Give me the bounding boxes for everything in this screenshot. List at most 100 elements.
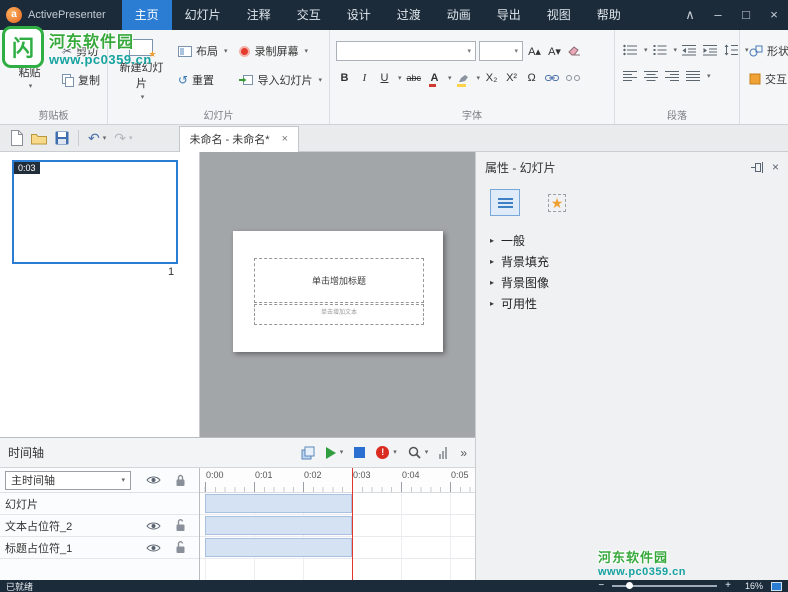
section-general[interactable]: ▸ 一般 — [476, 230, 788, 251]
tab-transitions[interactable]: 过渡 — [384, 0, 434, 30]
bold-button[interactable]: B — [336, 69, 353, 87]
align-center-button[interactable] — [642, 67, 660, 85]
timeline-grid[interactable]: 0:00 0:01 0:02 0:03 0:04 0:05 — [200, 468, 475, 580]
align-left-button[interactable] — [621, 67, 639, 85]
visibility-toggle[interactable] — [140, 521, 167, 531]
text-placeholder[interactable]: 单击增加文本 — [254, 304, 424, 325]
timeline-zoom-button[interactable]: ▾ — [406, 446, 431, 459]
font-color-dropdown-icon[interactable]: ▾ — [448, 75, 452, 82]
stop-button[interactable] — [352, 447, 367, 458]
section-background-fill[interactable]: ▸ 背景填充 — [476, 251, 788, 272]
new-slide-dropdown-icon[interactable]: ▾ — [141, 94, 145, 101]
numbered-list-dropdown-icon[interactable]: ▾ — [674, 47, 678, 54]
visibility-toggle[interactable] — [140, 543, 167, 553]
align-right-button[interactable] — [663, 67, 681, 85]
zoom-dropdown-icon[interactable]: ▾ — [425, 449, 429, 456]
timeline-clip-text-placeholder[interactable] — [205, 516, 352, 535]
open-project-button[interactable] — [27, 126, 51, 150]
paste-dropdown-icon[interactable]: ▾ — [29, 83, 33, 90]
tab-slide[interactable]: 幻灯片 — [172, 0, 234, 30]
cut-button[interactable]: ✂ 剪切 — [59, 41, 103, 61]
tab-interactivity[interactable]: ★ — [542, 189, 572, 216]
tab-help[interactable]: 帮助 — [584, 0, 634, 30]
save-button[interactable] — [51, 126, 73, 150]
play-dropdown-icon[interactable]: ▾ — [340, 449, 344, 456]
zoom-slider-thumb[interactable] — [626, 582, 634, 589]
redo-button[interactable]: ↷ ▾ — [110, 126, 136, 150]
record-screen-button[interactable]: 录制屏幕 ▾ — [236, 41, 325, 61]
visibility-column-toggle[interactable] — [140, 475, 167, 485]
font-color-button[interactable]: A — [426, 69, 443, 87]
import-slides-button[interactable]: 导入幻灯片 ▾ — [236, 70, 325, 90]
minimize-button[interactable]: – — [704, 0, 732, 30]
underline-dropdown-icon[interactable]: ▾ — [398, 75, 402, 82]
shapes-button[interactable]: 形状 — [746, 41, 788, 61]
underline-button[interactable]: U — [376, 69, 393, 87]
track-row-text-placeholder[interactable]: 文本占位符_2 — [0, 515, 199, 537]
tab-design[interactable]: 设计 — [334, 0, 384, 30]
record-dropdown-icon[interactable]: ▾ — [393, 449, 397, 456]
paste-button[interactable]: 粘贴 ▾ — [6, 34, 53, 108]
superscript-button[interactable]: X² — [503, 69, 520, 87]
slide-editing-area[interactable]: 单击增加标题 单击增加文本 — [233, 231, 443, 352]
tab-animations[interactable]: 动画 — [434, 0, 484, 30]
highlight-button[interactable] — [455, 69, 472, 87]
tab-home[interactable]: 主页 — [121, 0, 172, 30]
remove-hyperlink-button[interactable] — [564, 69, 582, 87]
hyperlink-button[interactable] — [543, 69, 561, 87]
timeline-clip-slide[interactable] — [205, 494, 352, 513]
increase-indent-button[interactable] — [701, 41, 719, 59]
fit-to-window-icon[interactable] — [771, 581, 782, 591]
slide-thumbnail[interactable]: 0:03 — [12, 160, 178, 264]
strikethrough-button[interactable]: abc — [405, 69, 424, 87]
close-button[interactable]: × — [760, 0, 788, 30]
subscript-button[interactable]: X₂ — [483, 69, 500, 87]
bullet-list-button[interactable] — [621, 41, 639, 59]
interactions-button[interactable]: 交互 — [746, 69, 788, 89]
title-placeholder[interactable]: 单击增加标题 — [254, 258, 424, 303]
lock-toggle[interactable] — [167, 519, 194, 532]
record-narration-button[interactable]: ! ▾ — [374, 446, 399, 459]
symbol-button[interactable]: Ω — [523, 69, 540, 87]
section-accessibility[interactable]: ▸ 可用性 — [476, 293, 788, 314]
section-background-image[interactable]: ▸ 背景图像 — [476, 272, 788, 293]
tab-view[interactable]: 视图 — [534, 0, 584, 30]
audio-level-button[interactable] — [437, 446, 449, 459]
timeline-ruler[interactable]: 0:00 0:01 0:02 0:03 0:04 0:05 — [200, 468, 475, 493]
align-justify-button[interactable] — [684, 67, 702, 85]
decrease-indent-button[interactable] — [680, 41, 698, 59]
grow-font-button[interactable]: A▴ — [526, 42, 543, 60]
play-button[interactable]: ▾ — [324, 446, 346, 459]
shrink-font-button[interactable]: A▾ — [546, 42, 563, 60]
font-family-select[interactable]: ▾ — [336, 41, 476, 61]
panel-close-icon[interactable]: × — [772, 160, 779, 174]
import-slides-dropdown-icon[interactable]: ▾ — [318, 77, 322, 84]
tab-interactions[interactable]: 交互 — [284, 0, 334, 30]
timeline-clip-title-placeholder[interactable] — [205, 538, 352, 557]
highlight-dropdown-icon[interactable]: ▾ — [477, 75, 481, 82]
alignment-dropdown-icon[interactable]: ▾ — [707, 73, 711, 80]
more-tools-icon[interactable]: » — [460, 446, 467, 460]
track-row-title-placeholder[interactable]: 标题占位符_1 — [0, 537, 199, 559]
track-row-slide[interactable]: 幻灯片 — [0, 493, 199, 515]
tab-close-icon[interactable]: × — [282, 133, 288, 145]
font-size-select[interactable]: ▾ — [479, 41, 523, 61]
document-tab[interactable]: 未命名 - 未命名* × — [178, 125, 299, 152]
maximize-button[interactable]: □ — [732, 0, 760, 30]
timeline-selector[interactable]: 主时间轴 ▾ — [5, 470, 131, 490]
playhead[interactable] — [352, 468, 353, 580]
lock-column-toggle[interactable] — [167, 474, 194, 487]
undo-button[interactable]: ↶ ▾ — [84, 126, 110, 150]
record-screen-dropdown-icon[interactable]: ▾ — [304, 48, 308, 55]
layout-dropdown-icon[interactable]: ▾ — [224, 48, 228, 55]
layout-button[interactable]: 布局 ▾ — [175, 41, 231, 61]
zoom-in-button[interactable]: + — [725, 581, 731, 591]
italic-button[interactable]: I — [356, 69, 373, 87]
tab-slide-properties[interactable] — [490, 189, 520, 216]
reset-button[interactable]: ↺ 重置 — [175, 70, 231, 90]
collapse-ribbon-icon[interactable]: ∧ — [676, 0, 704, 30]
clear-formatting-button[interactable] — [566, 42, 583, 60]
slide-layers-button[interactable] — [299, 446, 317, 460]
zoom-out-button[interactable]: − — [598, 581, 604, 591]
copy-button[interactable]: 复制 — [59, 70, 103, 90]
